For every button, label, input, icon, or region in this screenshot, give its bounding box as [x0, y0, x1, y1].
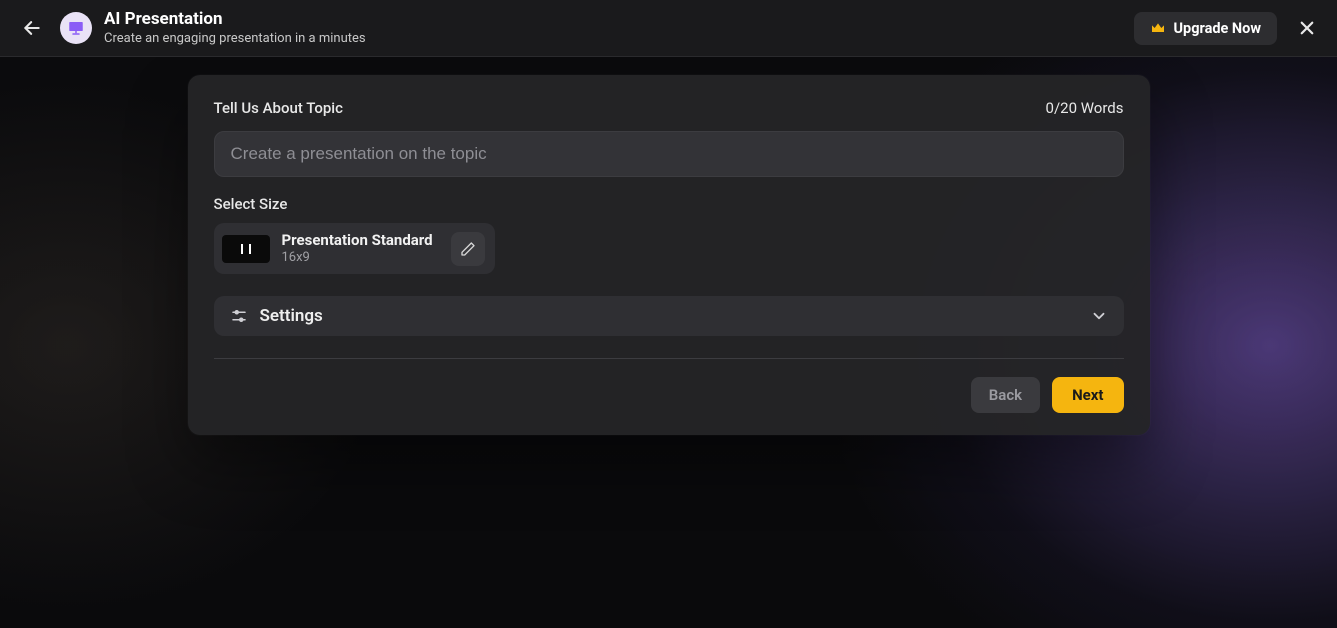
close-icon [1298, 19, 1316, 37]
chevron-down-icon [1090, 307, 1108, 325]
upgrade-now-button[interactable]: Upgrade Now [1134, 12, 1278, 45]
size-preset-ratio: 16x9 [282, 250, 433, 266]
size-preset-title: Presentation Standard [282, 231, 433, 250]
sliders-icon [230, 307, 248, 325]
panel-footer: Back Next [214, 377, 1124, 413]
close-button[interactable] [1295, 16, 1319, 40]
topic-input[interactable] [214, 131, 1124, 177]
size-label: Select Size [214, 195, 1124, 213]
size-preset-card: Presentation Standard 16x9 [214, 223, 495, 274]
main-panel: Tell Us About Topic 0/20 Words Select Si… [188, 75, 1150, 435]
crown-icon [1150, 20, 1166, 36]
divider [214, 358, 1124, 359]
next-button[interactable]: Next [1052, 377, 1123, 413]
upgrade-now-label: Upgrade Now [1174, 20, 1262, 37]
presentation-icon [67, 19, 85, 37]
pencil-icon [460, 241, 476, 257]
page-subtitle: Create an engaging presentation in a min… [104, 31, 366, 47]
back-button[interactable]: Back [971, 377, 1040, 413]
page-title: AI Presentation [104, 9, 366, 30]
edit-size-button[interactable] [451, 232, 485, 266]
arrow-left-icon [22, 18, 42, 38]
header-titles: AI Presentation Create an engaging prese… [104, 9, 366, 47]
settings-label: Settings [260, 306, 323, 326]
topic-label: Tell Us About Topic [214, 99, 343, 117]
app-icon-badge [60, 12, 92, 44]
settings-toggle[interactable]: Settings [214, 296, 1124, 336]
back-arrow-button[interactable] [18, 14, 46, 42]
word-count: 0/20 Words [1046, 99, 1124, 117]
aspect-swatch [222, 235, 270, 263]
app-header: AI Presentation Create an engaging prese… [0, 0, 1337, 57]
